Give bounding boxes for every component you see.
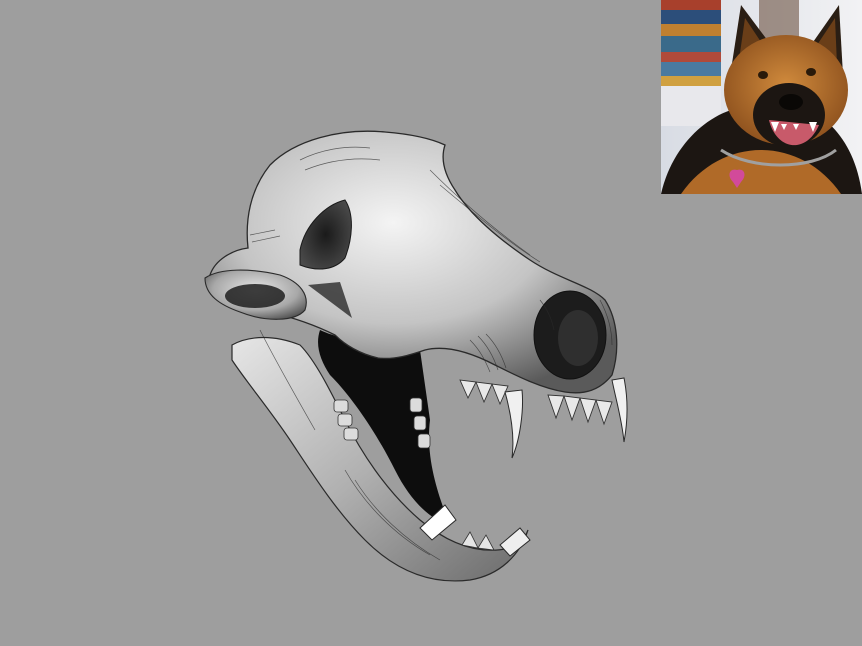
upper-canine-front — [611, 377, 628, 443]
reference-dog-photo — [661, 0, 862, 194]
skull-drawing — [204, 130, 628, 582]
upper-canine — [504, 389, 523, 459]
drawing-canvas — [0, 0, 862, 646]
dog-eye-right — [806, 68, 816, 76]
dog-eye-left — [758, 71, 768, 79]
dog-nose — [779, 94, 803, 110]
cheek-hollow — [225, 284, 285, 308]
background-stripes — [661, 0, 721, 126]
